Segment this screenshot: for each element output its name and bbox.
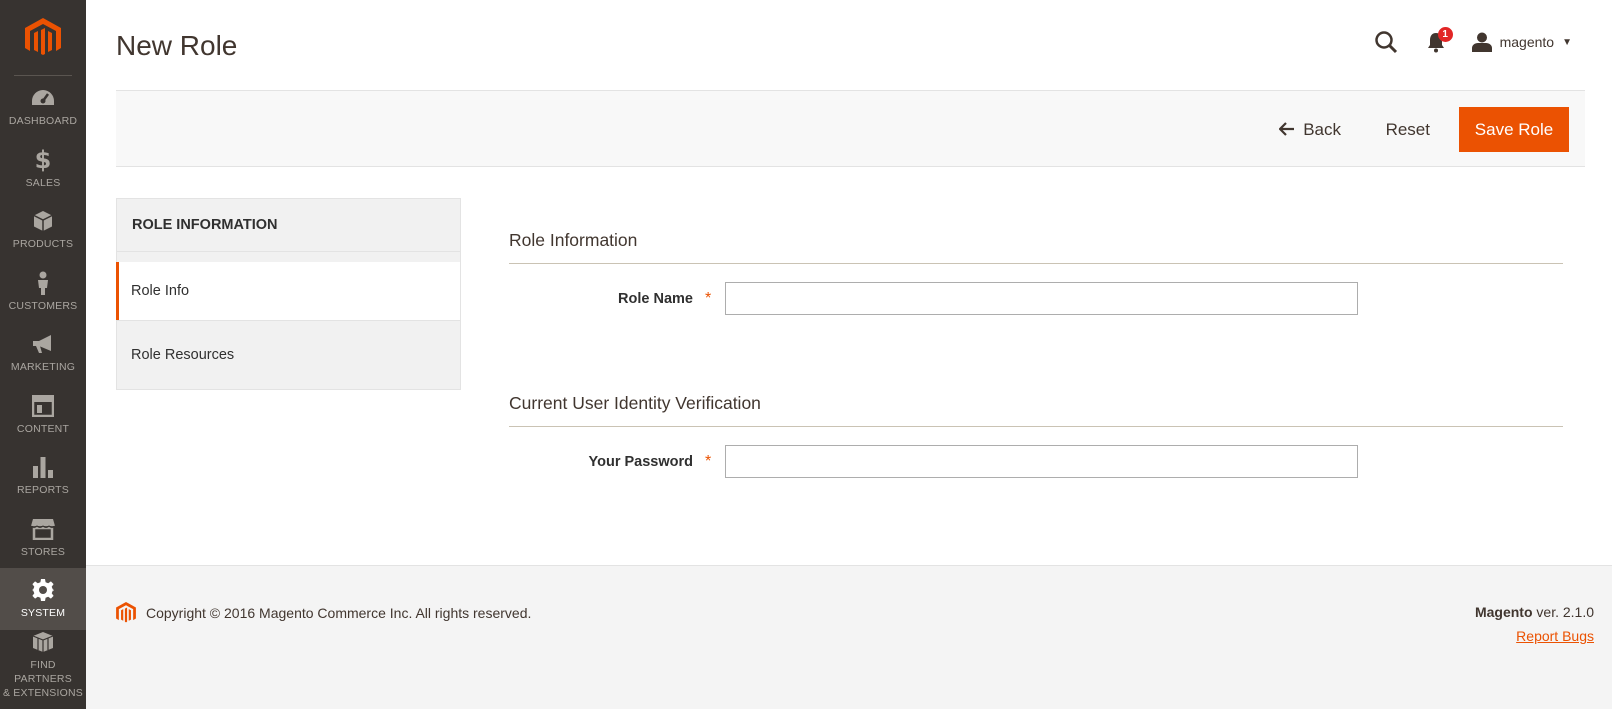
notifications-button[interactable]: 1	[1422, 27, 1453, 56]
role-tabs-panel: ROLE INFORMATION Role Info Role Resource…	[116, 198, 461, 390]
report-bugs-link[interactable]: Report Bugs	[1516, 628, 1594, 644]
bar-chart-icon	[32, 454, 54, 480]
sidebar-item-sales[interactable]: $ SALES	[0, 138, 86, 200]
role-name-row: Role Name *	[509, 282, 1563, 315]
tabs-divider	[116, 252, 461, 262]
brand-name: Magento	[1474, 604, 1533, 620]
sidebar-item-customers[interactable]: CUSTOMERS	[0, 261, 86, 323]
version-info: Magento ver. 2.1.0	[1475, 604, 1594, 620]
page-footer: Copyright © 2016 Magento Commerce Inc. A…	[86, 565, 1612, 709]
version-text: ver. 2.1.0	[1532, 604, 1594, 620]
copyright: Copyright © 2016 Magento Commerce Inc. A…	[116, 602, 531, 624]
copyright-text: Copyright © 2016 Magento Commerce Inc. A…	[146, 605, 532, 621]
magento-logo[interactable]	[14, 0, 72, 76]
arrow-left-icon	[1278, 120, 1295, 141]
tabs-title: ROLE INFORMATION	[116, 198, 461, 252]
megaphone-icon	[31, 331, 55, 357]
user-icon	[1471, 32, 1492, 52]
password-label: Your Password	[588, 453, 693, 470]
sidebar-item-label: MARKETING	[10, 361, 76, 374]
required-mark: *	[705, 452, 712, 470]
save-role-button[interactable]: Save Role	[1459, 107, 1569, 152]
store-icon	[30, 516, 56, 542]
person-icon	[35, 270, 51, 296]
role-name-input[interactable]	[725, 282, 1358, 315]
sidebar-item-system[interactable]: SYSTEM	[0, 568, 86, 630]
sidebar-item-label: PRODUCTS	[12, 238, 74, 251]
role-information-title: Role Information	[509, 230, 1563, 264]
dashboard-icon	[30, 85, 56, 111]
tab-role-resources[interactable]: Role Resources	[116, 320, 461, 390]
sidebar-item-label: REPORTS	[17, 484, 69, 497]
identity-verification-title: Current User Identity Verification	[509, 393, 1563, 427]
required-mark: *	[705, 289, 712, 307]
page-actions-bar: Back Reset Save Role	[116, 90, 1585, 167]
sidebar-item-reports[interactable]: REPORTS	[0, 445, 86, 507]
sidebar-item-label: CUSTOMERS	[8, 299, 78, 312]
sidebar-item-label: CONTENT	[16, 422, 70, 435]
notification-count-badge: 1	[1437, 27, 1453, 42]
dollar-icon: $	[34, 145, 52, 174]
username: magento	[1499, 34, 1555, 50]
back-button-label: Back	[1303, 120, 1341, 139]
admin-sidebar: DASHBOARD $ SALES PRODUCTS CUSTOMERS MAR…	[0, 0, 86, 709]
page-title: New Role	[116, 30, 238, 61]
sidebar-item-content[interactable]: CONTENT	[0, 384, 86, 446]
sidebar-item-label: STORES	[20, 545, 66, 558]
back-button[interactable]: Back	[1278, 108, 1341, 152]
chevron-down-icon: ▼	[1562, 36, 1572, 48]
header-actions: 1 magento ▼	[1372, 27, 1572, 56]
search-icon	[1374, 31, 1397, 54]
magento-logo-icon	[25, 17, 61, 55]
sidebar-item-label: SYSTEM	[20, 607, 66, 620]
user-menu[interactable]: magento ▼	[1471, 32, 1572, 52]
password-input[interactable]	[725, 445, 1358, 478]
cube-icon	[32, 208, 54, 234]
sidebar-item-dashboard[interactable]: DASHBOARD	[0, 76, 86, 138]
sidebar-item-label: SALES	[25, 176, 61, 189]
sidebar-item-label: & EXTENSIONS	[2, 686, 83, 699]
role-information-fieldset: Role Information Role Name *	[509, 230, 1563, 315]
magento-logo-icon	[116, 602, 136, 623]
layout-icon	[32, 393, 54, 419]
reset-button[interactable]: Reset	[1386, 108, 1430, 152]
gear-icon	[31, 577, 55, 603]
password-row: Your Password *	[509, 445, 1563, 478]
sidebar-item-stores[interactable]: STORES	[0, 507, 86, 569]
blocks-icon	[31, 630, 55, 655]
identity-verification-fieldset: Current User Identity Verification Your …	[509, 393, 1563, 478]
role-name-label: Role Name	[618, 290, 693, 307]
global-search-button[interactable]	[1372, 28, 1400, 56]
sidebar-item-find-partners[interactable]: FIND PARTNERS & EXTENSIONS	[0, 630, 86, 700]
sidebar-item-marketing[interactable]: MARKETING	[0, 322, 86, 384]
sidebar-item-products[interactable]: PRODUCTS	[0, 199, 86, 261]
tab-role-info[interactable]: Role Info	[116, 262, 461, 320]
sidebar-item-label: DASHBOARD	[8, 115, 78, 128]
sidebar-item-label: FIND PARTNERS	[14, 658, 72, 685]
